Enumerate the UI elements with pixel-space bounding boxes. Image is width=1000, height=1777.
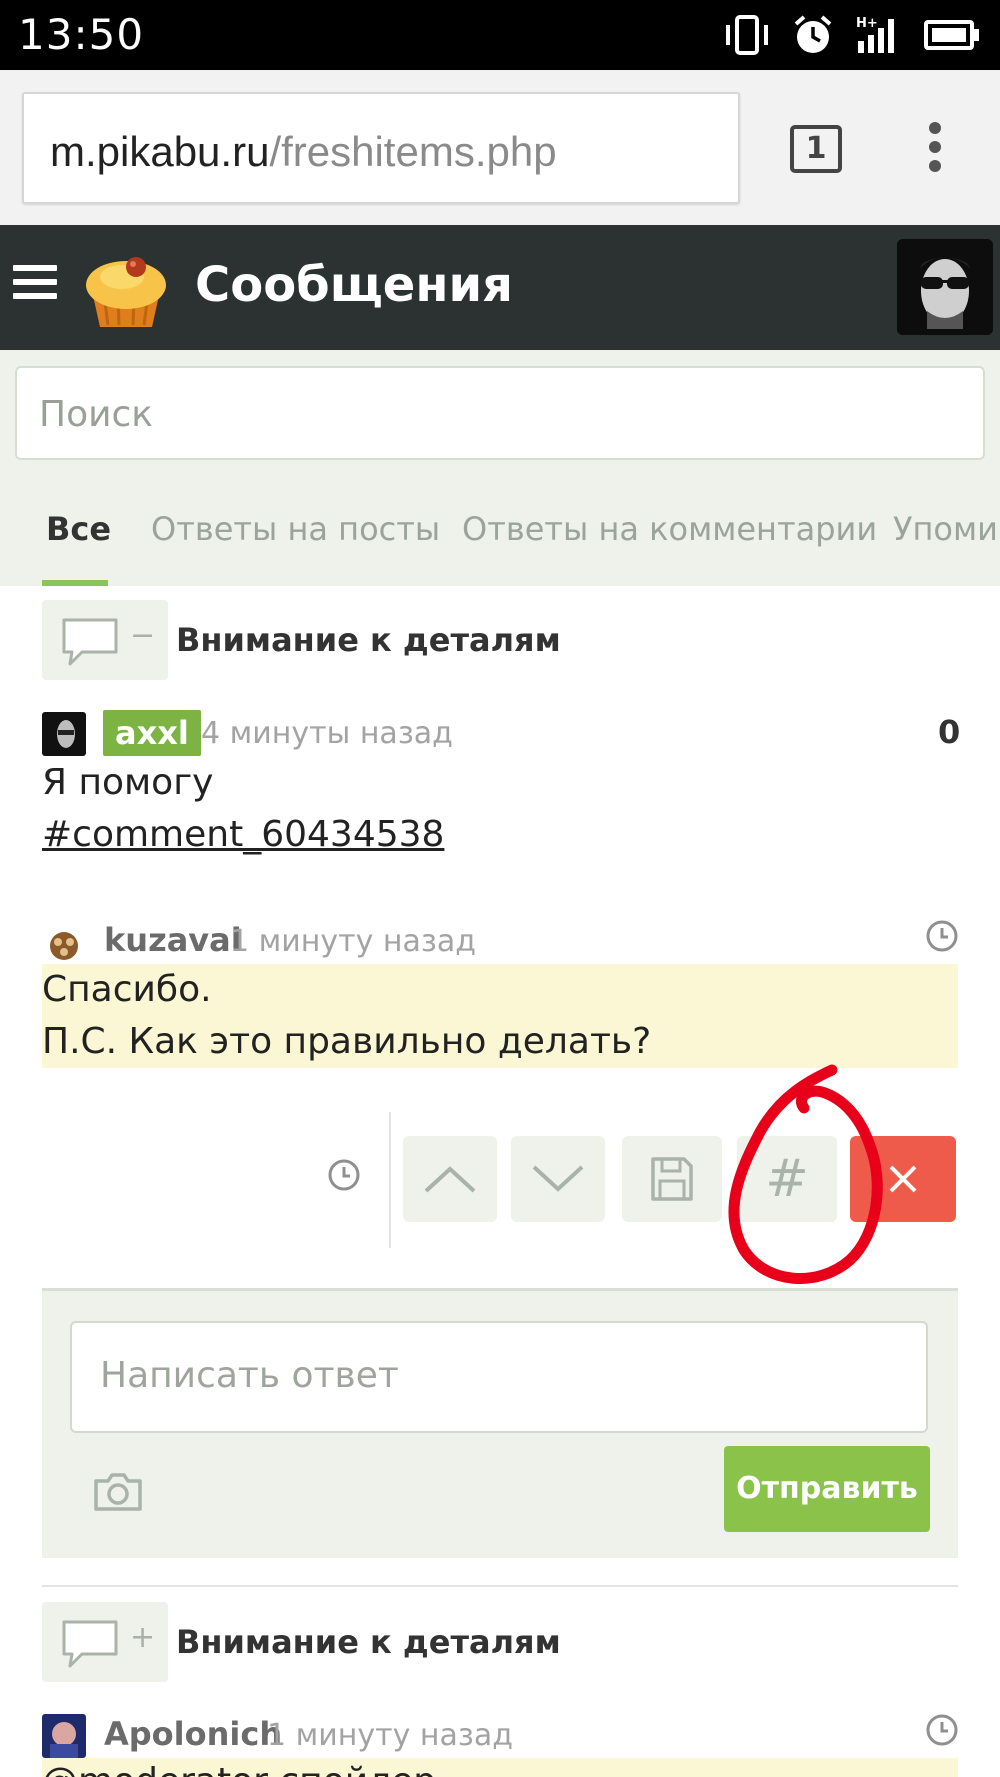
floppy-disk-icon (651, 1157, 693, 1201)
alarm-icon (794, 15, 832, 53)
chevron-down-icon (532, 1165, 584, 1192)
avatar[interactable] (42, 712, 86, 756)
thread-toggle-button[interactable]: − (42, 600, 168, 680)
filter-area: Поиск Все Ответы на посты Ответы на комм… (0, 350, 1000, 586)
address-text[interactable]: m.pikabu.ru/freshitems.php (50, 128, 557, 176)
reply-placeholder: Написать ответ (100, 1355, 399, 1396)
comment-link[interactable]: #comment_60434538 (42, 809, 444, 861)
url-path: /freshitems.php (269, 128, 557, 175)
comment-author[interactable]: Apolonich (104, 1715, 282, 1753)
thread-toggle-button[interactable]: + (42, 1602, 168, 1682)
svg-text:H+: H+ (856, 16, 878, 31)
site-header: Сообщения (0, 225, 1000, 350)
browser-toolbar: m.pikabu.ru/freshitems.php 1 (0, 70, 1000, 225)
avatar-image (42, 1714, 86, 1758)
upvote-button[interactable] (403, 1136, 497, 1222)
comment-time[interactable]: 4 минуты назад (201, 716, 453, 751)
send-button[interactable]: Отправить (724, 1446, 930, 1532)
tab-post-replies[interactable]: Ответы на посты (151, 510, 440, 548)
clock-icon[interactable] (925, 919, 959, 953)
expand-sign: + (130, 1620, 156, 1655)
avatar[interactable] (42, 920, 86, 964)
page-title: Сообщения (195, 257, 513, 313)
status-bar: 13:50 H+ (0, 0, 1000, 70)
chevron-up-icon (424, 1166, 476, 1193)
collapse-sign: − (130, 618, 156, 653)
signal-hplus-icon: H+ (856, 16, 894, 53)
avatar-image (897, 239, 993, 335)
comment-text: Спасибо. (42, 969, 212, 1010)
search-input[interactable]: Поиск (15, 366, 985, 460)
divider (42, 1585, 958, 1587)
active-tab-indicator (42, 580, 108, 586)
comment-time[interactable]: 1 минуту назад (267, 1718, 513, 1753)
comment-author[interactable]: kuzaval (104, 921, 242, 959)
comment-text: @moderator спойлер (42, 1756, 436, 1777)
kebab-menu-icon[interactable] (924, 122, 946, 178)
comment-text: Я помогу (42, 762, 214, 803)
search-placeholder: Поиск (39, 394, 154, 435)
status-time: 13:50 (18, 10, 145, 59)
status-icons: H+ (724, 14, 980, 56)
clock-icon[interactable] (925, 1713, 959, 1747)
comment-author[interactable]: axxl (103, 710, 201, 756)
message-tabs: Все Ответы на посты Ответы на комментари… (0, 510, 1000, 586)
pikabu-cupcake-logo[interactable] (78, 247, 172, 333)
address-bar[interactable]: m.pikabu.ru/freshitems.php (22, 92, 740, 204)
camera-icon[interactable] (92, 1471, 144, 1513)
red-circle-annotation (728, 1064, 883, 1284)
avatar-image (42, 920, 86, 964)
comment-bubble-icon (62, 618, 118, 666)
battery-icon (924, 20, 979, 50)
avatar[interactable] (42, 1714, 86, 1758)
comment-bubble-icon (62, 1620, 118, 1668)
thread-title[interactable]: Внимание к деталям (176, 621, 561, 659)
comment-rating: 0 (938, 713, 961, 751)
tab-switcher-button[interactable]: 1 (790, 125, 842, 173)
url-host: m.pikabu.ru (50, 128, 270, 175)
thread-title[interactable]: Внимание к деталям (176, 1623, 561, 1661)
hamburger-icon[interactable] (13, 265, 57, 301)
user-avatar[interactable] (897, 239, 993, 335)
reply-form: Написать ответ Отправить (42, 1288, 958, 1558)
avatar-image (42, 712, 86, 756)
tab-comment-replies[interactable]: Ответы на комментарии (462, 510, 877, 548)
tab-mentions[interactable]: Упоми (893, 510, 998, 548)
comment-time[interactable]: 1 минуту назад (230, 924, 476, 959)
tab-all[interactable]: Все (46, 510, 111, 548)
divider (389, 1112, 391, 1248)
vibrate-icon (726, 15, 768, 55)
clock-icon[interactable] (327, 1158, 361, 1192)
reply-input[interactable]: Написать ответ (70, 1321, 928, 1433)
downvote-button[interactable] (511, 1136, 605, 1222)
comment-text-line2: П.С. Как это правильно делать? (42, 1021, 652, 1062)
